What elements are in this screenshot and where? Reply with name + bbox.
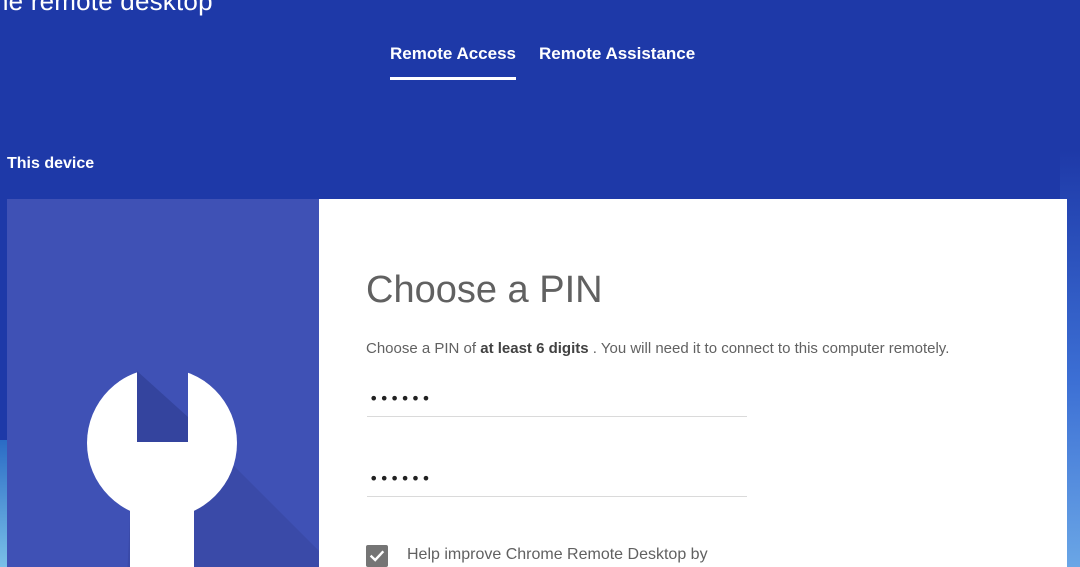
pin-setup-card: Choose a PIN Choose a PIN of at least 6 … bbox=[7, 199, 1067, 567]
checkmark-icon bbox=[369, 550, 385, 562]
pin-description: Choose a PIN of at least 6 digits . You … bbox=[366, 340, 949, 357]
section-label-this-device: This device bbox=[7, 155, 95, 172]
usage-stats-label: Help improve Chrome Remote Desktop by bbox=[407, 546, 708, 563]
wrench-icon bbox=[87, 349, 319, 567]
usage-stats-option: Help improve Chrome Remote Desktop by bbox=[366, 545, 708, 567]
description-bold: at least 6 digits bbox=[480, 340, 589, 357]
tab-remote-assistance[interactable]: Remote Assistance bbox=[539, 44, 695, 80]
pin-input[interactable] bbox=[367, 381, 747, 416]
description-suffix: . You will need it to connect to this co… bbox=[592, 340, 950, 357]
app-title: ne remote desktop bbox=[0, 0, 213, 16]
pin-confirm-field bbox=[367, 461, 747, 497]
dialog-title: Choose a PIN bbox=[366, 269, 603, 311]
remote-desktop-page: ne remote desktop Remote Access Remote A… bbox=[0, 0, 1080, 567]
description-prefix: Choose a PIN of bbox=[366, 340, 477, 357]
pin-confirm-input[interactable] bbox=[367, 461, 747, 496]
usage-stats-checkbox[interactable] bbox=[366, 545, 388, 567]
tab-bar: Remote Access Remote Assistance bbox=[390, 44, 718, 80]
card-illustration-panel bbox=[7, 199, 319, 567]
tab-remote-access[interactable]: Remote Access bbox=[390, 44, 516, 80]
pin-form-panel: Choose a PIN Choose a PIN of at least 6 … bbox=[319, 199, 1067, 567]
pin-field bbox=[367, 381, 747, 417]
